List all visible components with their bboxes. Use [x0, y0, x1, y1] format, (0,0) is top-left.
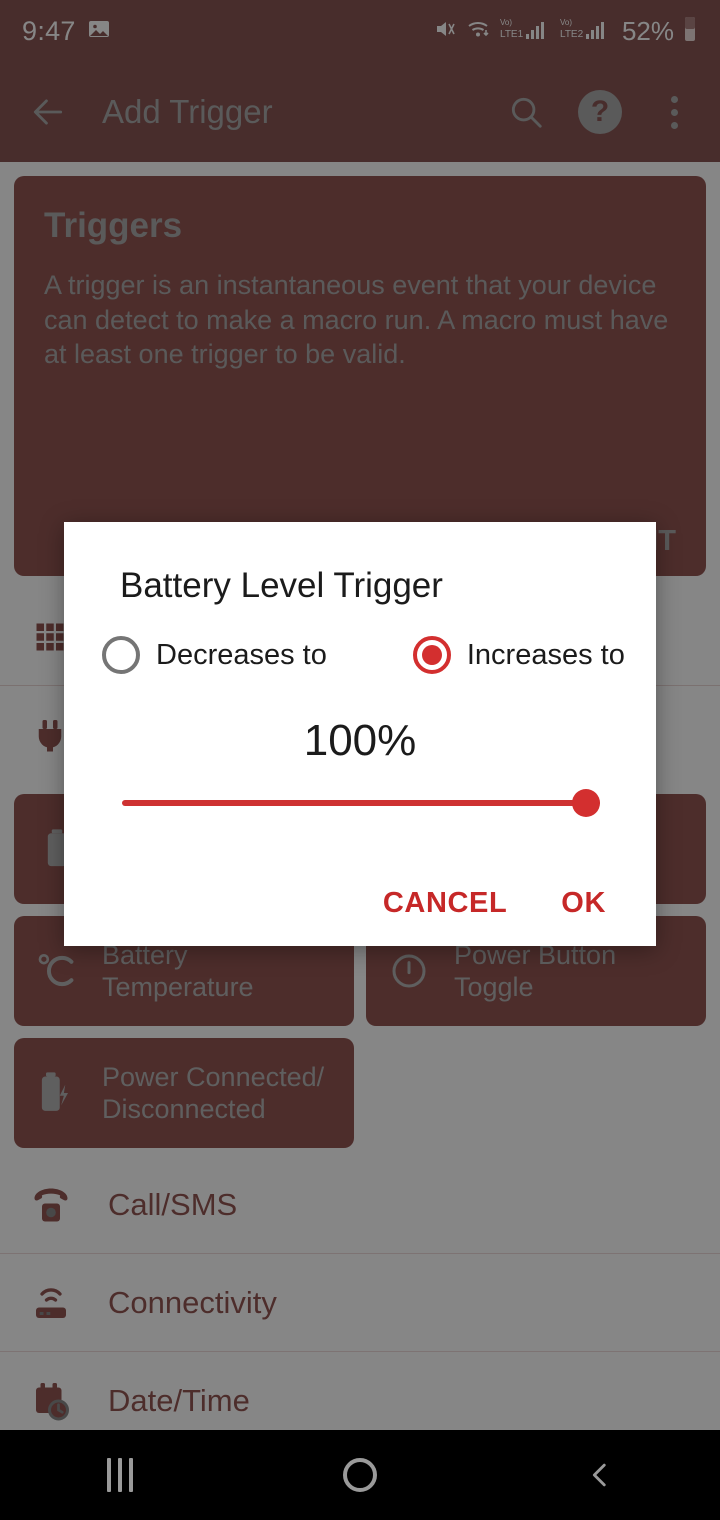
nav-back-icon[interactable] [480, 1458, 720, 1492]
cancel-button[interactable]: CANCEL [383, 887, 507, 920]
home-icon[interactable] [240, 1458, 480, 1492]
radio-label: Increases to [466, 638, 625, 671]
slider-track[interactable] [122, 800, 600, 806]
slider-thumb[interactable] [572, 789, 600, 817]
radio-unchecked-icon[interactable] [102, 636, 140, 674]
battery-level-trigger-dialog: Battery Level Trigger Decreases to Incre… [64, 522, 656, 946]
recents-icon[interactable] [0, 1458, 240, 1492]
radio-label: Decreases to [156, 638, 327, 671]
dialog-title: Battery Level Trigger [120, 566, 443, 605]
radio-option-decreases-to[interactable]: Decreases to [102, 636, 327, 674]
radio-checked-icon[interactable] [412, 636, 451, 674]
ok-button[interactable]: OK [561, 887, 606, 920]
dialog-radio-group: Decreases to Increases to [64, 606, 656, 674]
system-nav-bar [0, 1430, 720, 1520]
battery-level-slider[interactable] [122, 788, 600, 818]
radio-option-increases-to[interactable]: Increases to [412, 636, 625, 674]
battery-level-value: 100% [303, 716, 417, 765]
dialog-actions: CANCEL OK [64, 887, 656, 946]
